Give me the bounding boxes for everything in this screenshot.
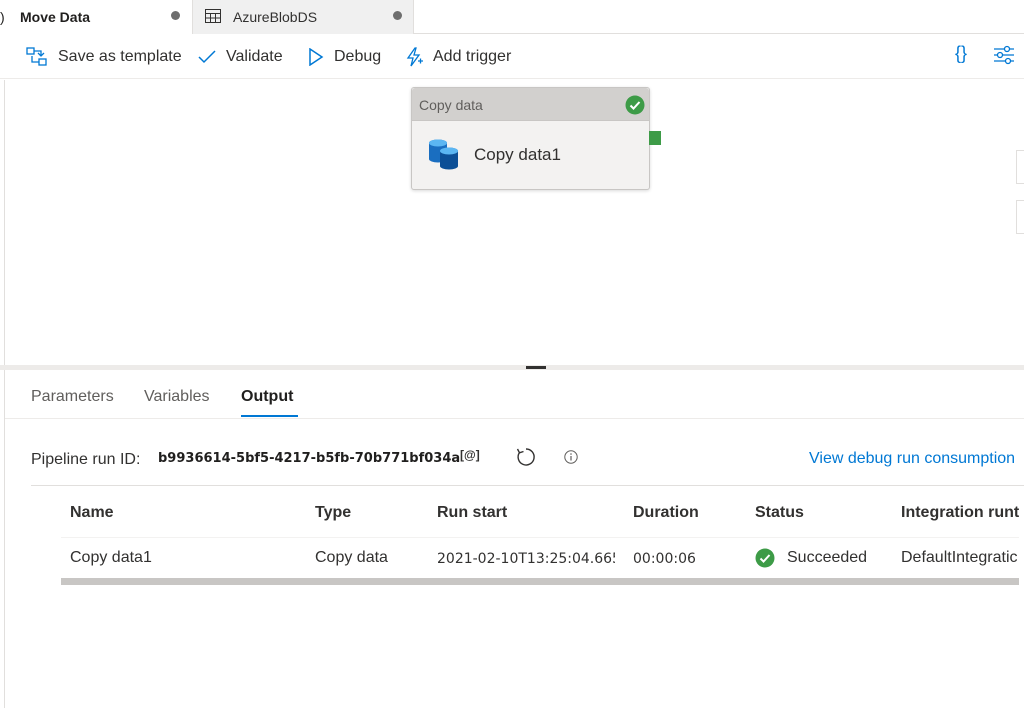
cell-type: Copy data	[315, 549, 388, 566]
success-check-icon	[625, 95, 645, 115]
activity-body: Copy data1	[412, 121, 649, 189]
run-divider	[31, 485, 1024, 486]
tab-move-data[interactable]: ) Move Data	[0, 0, 192, 34]
activity-name: Copy data1	[474, 145, 561, 164]
tab-label: AzureBlobDS	[233, 9, 318, 25]
pipeline-toolbar: Save as template Validate Debug Add trig…	[0, 35, 1024, 79]
validate-button[interactable]: Validate	[198, 45, 283, 69]
database-copy-icon	[429, 139, 458, 170]
cell-name: Copy data1	[70, 549, 152, 566]
output-panel: Parameters Variables Output Pipeline run…	[4, 370, 1024, 708]
view-debug-run-consumption-link[interactable]: View debug run consumption	[809, 450, 1015, 468]
add-trigger-label: Add trigger	[433, 48, 512, 65]
succeeded-check-icon	[755, 548, 775, 568]
panel-divider	[5, 418, 1024, 419]
tab-variables[interactable]: Variables	[144, 388, 210, 406]
side-panel-handle[interactable]	[1016, 200, 1024, 234]
column-header-integration-runtime[interactable]: Integration runt	[901, 504, 1021, 522]
refresh-icon[interactable]	[515, 446, 537, 468]
info-icon[interactable]	[564, 450, 578, 464]
validate-label: Validate	[226, 48, 283, 65]
code-view-button[interactable]: {}	[955, 43, 967, 67]
splitter-grip-icon[interactable]	[526, 366, 546, 369]
cell-status: Succeeded	[787, 549, 868, 566]
code-braces-icon: {}	[955, 43, 968, 63]
table-icon	[205, 9, 221, 23]
debug-button[interactable]: Debug	[308, 45, 381, 69]
unsaved-dot-icon[interactable]	[393, 11, 402, 20]
success-output-port[interactable]	[649, 131, 661, 145]
tab-parameters[interactable]: Parameters	[31, 388, 114, 406]
save-as-template-label: Save as template	[58, 48, 182, 65]
cell-integration-runtime: DefaultIntegratic	[901, 549, 1018, 566]
tab-label: Move Data	[20, 9, 91, 25]
pipeline-run-id-label: Pipeline run ID:	[31, 451, 141, 468]
save-as-template-button[interactable]: Save as template	[26, 45, 182, 69]
copy-run-id-button[interactable]: [@]	[460, 448, 480, 462]
cell-run-start: 2021-02-10T13:25:04.665	[437, 551, 615, 567]
column-header-status[interactable]: Status	[755, 504, 804, 522]
lightning-icon	[406, 47, 423, 67]
tab-azureblobds[interactable]: AzureBlobDS	[192, 0, 414, 34]
column-header-name[interactable]: Name	[70, 504, 114, 522]
debug-label: Debug	[334, 48, 382, 65]
tab-edge-glyph: )	[0, 9, 5, 25]
side-panel-handle[interactable]	[1016, 150, 1024, 184]
unsaved-dot-icon[interactable]	[171, 11, 180, 20]
column-header-type[interactable]: Type	[315, 504, 351, 522]
header-divider	[61, 537, 1019, 538]
horizontal-scrollbar[interactable]	[61, 578, 1019, 585]
activity-type: Copy data	[419, 97, 483, 113]
activity-header: Copy data	[412, 88, 649, 121]
column-header-run-start[interactable]: Run start	[437, 504, 507, 522]
checkmark-icon	[198, 50, 216, 64]
copy-data-activity[interactable]: Copy data Copy data1	[411, 87, 650, 190]
properties-button[interactable]	[993, 45, 1015, 69]
cell-duration: 00:00:06	[633, 551, 696, 567]
properties-sliders-icon	[994, 45, 1014, 65]
document-tab-strip: ) Move Data AzureBlobDS	[0, 0, 1024, 34]
template-icon	[26, 47, 47, 66]
active-tab-indicator	[241, 415, 298, 417]
play-icon	[309, 48, 324, 66]
add-trigger-button[interactable]: Add trigger	[405, 45, 511, 69]
pipeline-run-id-value: b9936614-5bf5-4217-b5fb-70b771bf034a	[158, 451, 461, 466]
column-header-duration[interactable]: Duration	[633, 504, 699, 522]
tab-output[interactable]: Output	[241, 388, 293, 406]
